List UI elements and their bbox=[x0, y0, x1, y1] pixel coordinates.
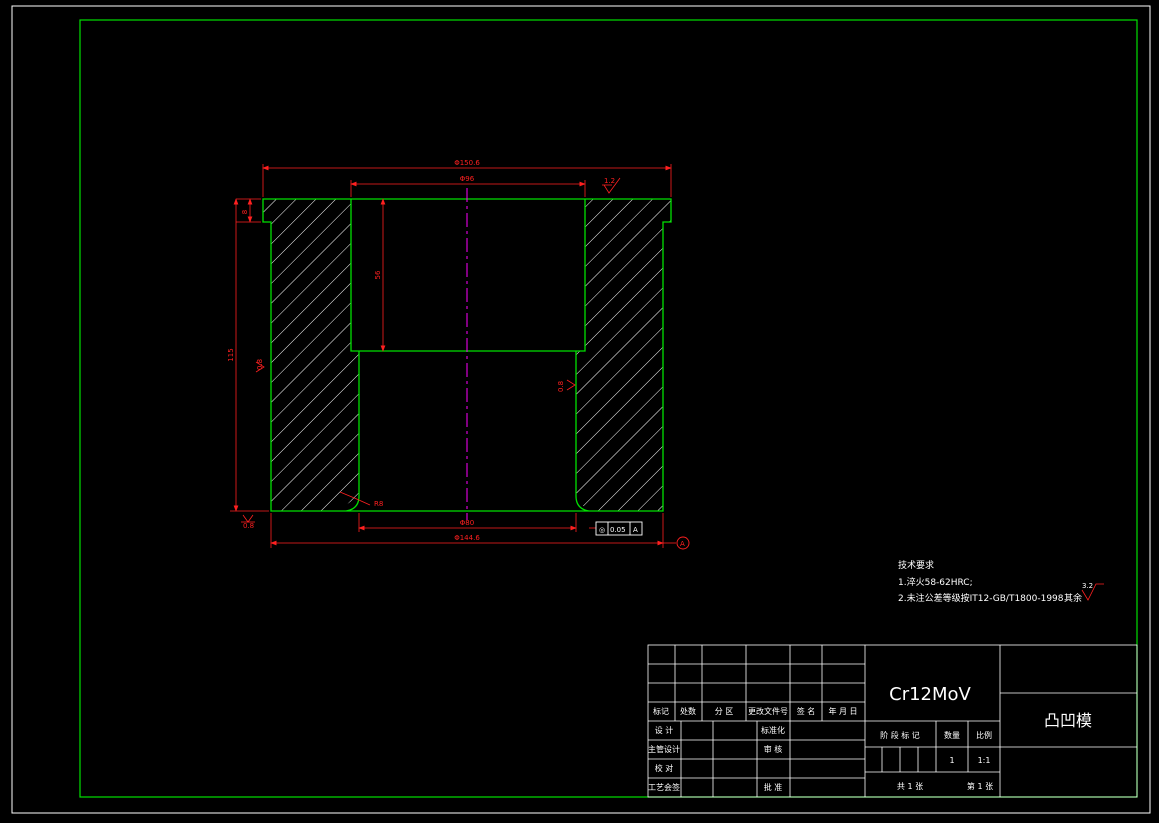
dim-bottom-inner-dia: Φ80 bbox=[460, 519, 474, 527]
tech-req-others: 其余 bbox=[1064, 592, 1082, 604]
tb-header-doc: 更改文件号 bbox=[748, 706, 788, 716]
dim-bore-dia: Φ96 bbox=[460, 175, 475, 183]
tb-qty-label: 数量 bbox=[944, 730, 960, 740]
tb-sheets-total: 共 1 张 bbox=[897, 782, 923, 791]
right-wall-hatch bbox=[576, 199, 671, 511]
tb-material: Cr12MoV bbox=[889, 684, 971, 705]
tolerance-symbol: ◎ bbox=[599, 526, 605, 534]
tolerance-datum: A bbox=[633, 526, 638, 534]
tb-row-process: 工艺会签 bbox=[648, 782, 680, 792]
tech-req-title: 技术要求 bbox=[898, 559, 934, 571]
rough-inner: 0.8 bbox=[557, 381, 565, 392]
tb-part-name: 凸凹模 bbox=[1044, 711, 1092, 730]
tb-header-count: 处数 bbox=[680, 706, 696, 716]
datum-label: A bbox=[680, 540, 685, 548]
tb-mid-approve: 批 准 bbox=[764, 782, 783, 792]
dim-top-outer-dia: Φ150.6 bbox=[454, 159, 480, 167]
tb-header-mark: 标记 bbox=[653, 706, 669, 716]
dim-bore-depth: 56 bbox=[374, 270, 382, 279]
fillet-radius: R8 bbox=[374, 500, 383, 508]
tolerance-value: 0.05 bbox=[610, 526, 626, 534]
tb-row-design: 设 计 bbox=[655, 725, 674, 735]
rough-datum: 0.8 bbox=[243, 522, 254, 530]
tech-req-line1: 1.淬火58-62HRC; bbox=[898, 576, 973, 588]
left-wall-hatch bbox=[263, 199, 359, 511]
tb-scale-value: 1:1 bbox=[978, 756, 991, 765]
tb-header-zone: 分 区 bbox=[715, 707, 734, 716]
tb-header-sign: 签 名 bbox=[797, 706, 816, 716]
cad-drawing: Φ150.6 Φ96 Φ80 Φ144.6 8 56 115 1.2 0.8 0… bbox=[11, 5, 1151, 814]
dimensions bbox=[230, 164, 1104, 601]
tb-qty-value: 1 bbox=[949, 756, 954, 765]
tb-header-date: 年 月 日 bbox=[828, 706, 857, 716]
tech-req-line2: 2.未注公差等级按IT12-GB/T1800-1998 bbox=[898, 592, 1064, 604]
part-section bbox=[262, 188, 672, 520]
tb-stage-label: 阶 段 标 记 bbox=[880, 730, 920, 740]
tb-row-chief: 主管设计 bbox=[648, 744, 680, 754]
tb-row-check: 校 对 bbox=[655, 763, 674, 773]
dim-flange-height: 8 bbox=[241, 210, 249, 214]
tb-mid-review: 审 核 bbox=[764, 744, 783, 754]
rough-left: 0.8 bbox=[256, 359, 264, 370]
tb-scale-label: 比例 bbox=[976, 730, 992, 740]
dim-total-height: 115 bbox=[227, 348, 235, 361]
tb-mid-standard: 标准化 bbox=[761, 725, 785, 735]
tb-sheet-no: 第 1 张 bbox=[967, 781, 993, 791]
dim-bottom-outer-dia: Φ144.6 bbox=[454, 534, 480, 542]
others-rough: 3.2 bbox=[1082, 582, 1093, 590]
rough-top: 1.2 bbox=[604, 177, 615, 185]
